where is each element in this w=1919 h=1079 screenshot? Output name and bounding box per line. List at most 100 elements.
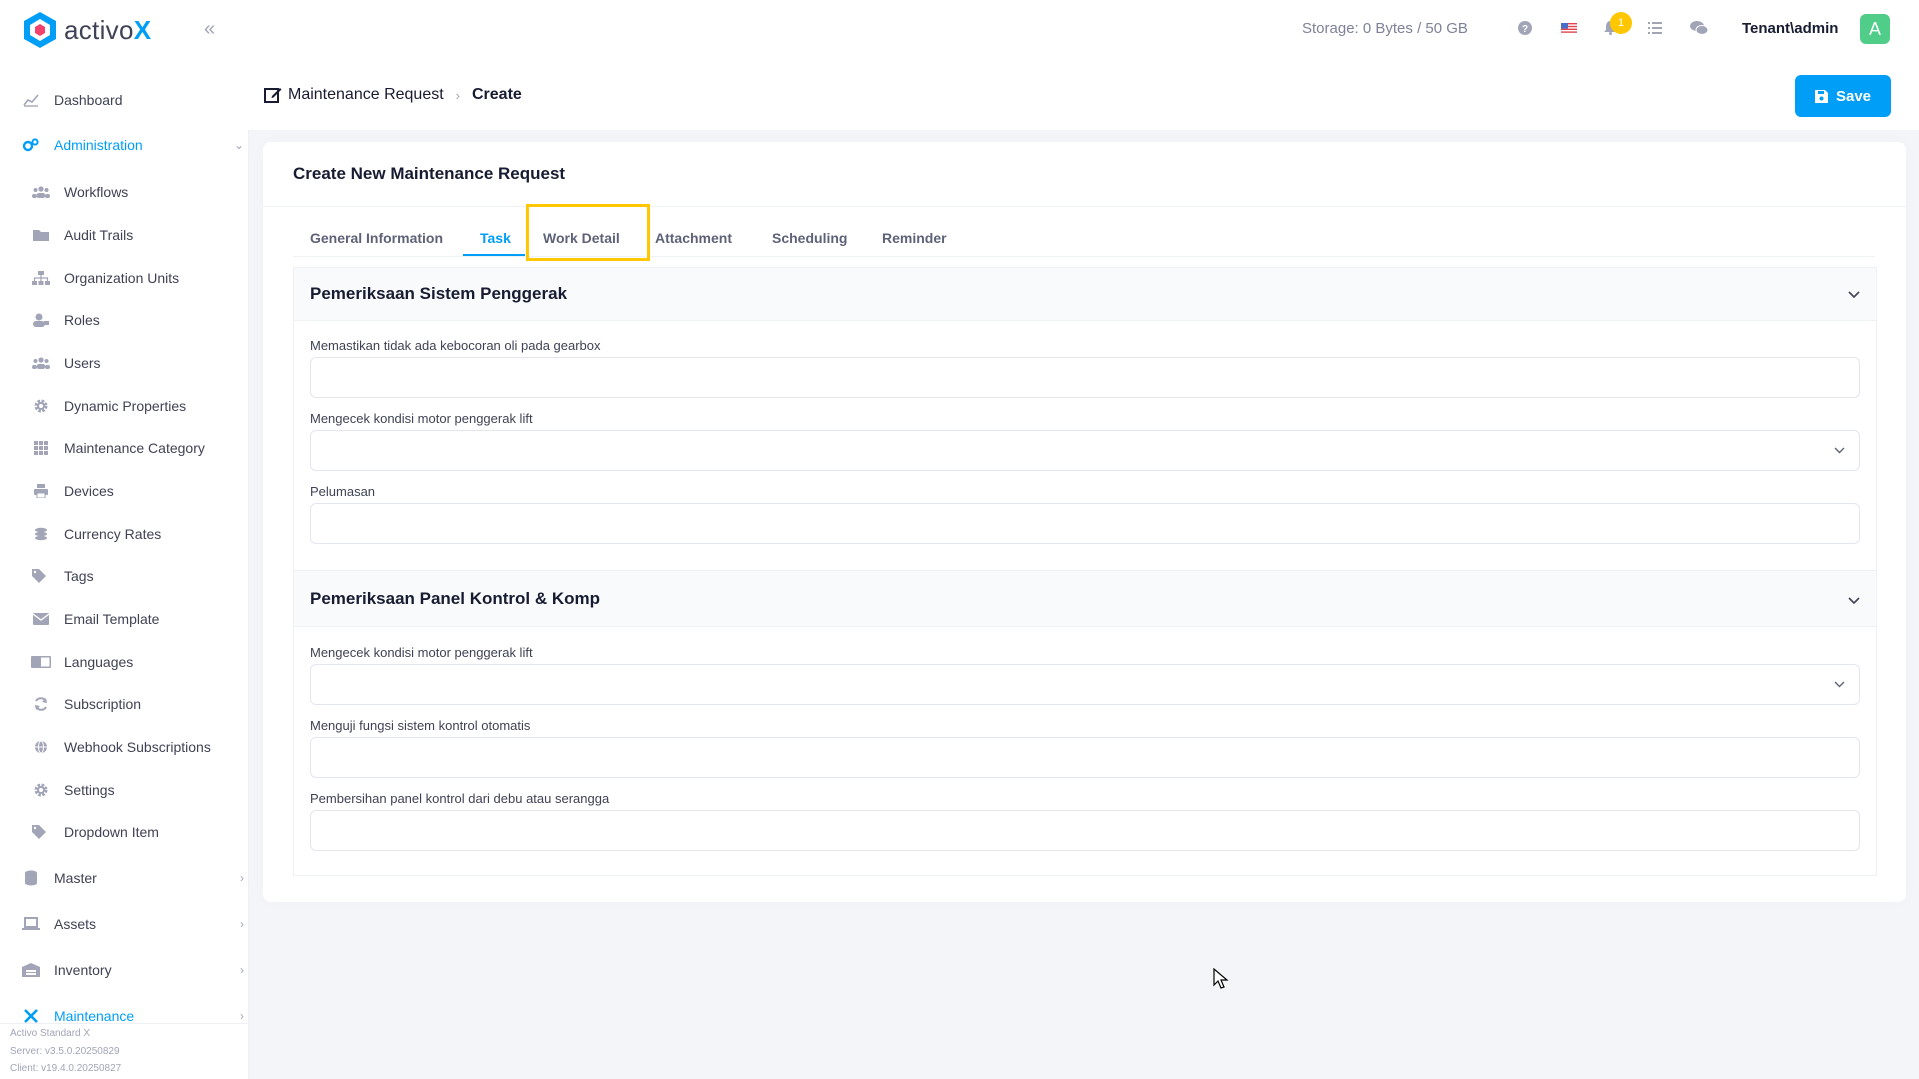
us-flag-icon[interactable] xyxy=(1561,21,1577,38)
edit-icon xyxy=(264,86,282,104)
select-field[interactable] xyxy=(310,430,1860,471)
chevron-down-icon xyxy=(1834,677,1845,691)
edition-label: Activo Standard X xyxy=(10,1028,91,1039)
chevron-right-icon: › xyxy=(240,917,244,931)
users-icon xyxy=(30,186,52,198)
page-toolbar: Maintenance Request › Create Save xyxy=(248,62,1919,130)
sidebar-item-devices[interactable]: Devices xyxy=(0,480,248,502)
brand-name: activoX xyxy=(64,14,152,45)
breadcrumb-parent[interactable]: Maintenance Request xyxy=(288,86,444,104)
user-name[interactable]: Tenant\admin xyxy=(1742,20,1838,37)
chevron-right-icon: › xyxy=(240,871,244,885)
tab-task[interactable]: Task xyxy=(480,230,511,246)
sidebar-item-administration[interactable]: Administration ⌄ xyxy=(0,134,248,156)
envelope-icon xyxy=(30,613,52,625)
tab-work-detail[interactable]: Work Detail xyxy=(543,230,620,246)
sidebar-item-maintenance-category[interactable]: Maintenance Category xyxy=(0,437,248,459)
sidebar-item-webhook-subscriptions[interactable]: Webhook Subscriptions xyxy=(0,736,248,758)
laptop-icon xyxy=(20,917,42,931)
save-button-label: Save xyxy=(1835,87,1872,105)
sidebar-item-audit-trails[interactable]: Audit Trails › xyxy=(0,224,248,246)
server-version: Server: v3.5.0.20250829 xyxy=(10,1046,120,1057)
sidebar-item-dashboard[interactable]: Dashboard xyxy=(0,89,248,111)
chevron-right-icon: › xyxy=(240,1009,244,1023)
chat-icon[interactable] xyxy=(1690,21,1709,39)
svg-text:?: ? xyxy=(1522,24,1528,35)
sidebar-item-settings[interactable]: Settings xyxy=(0,779,248,801)
sync-icon xyxy=(30,697,52,711)
sidebar-item-dropdown-item[interactable]: Dropdown Item xyxy=(0,821,248,843)
top-header: Storage: 0 Bytes / 50 GB ? 1 Tenant\admi… xyxy=(248,0,1919,63)
sidebar-item-inventory[interactable]: Inventory › xyxy=(0,959,248,981)
sidebar-item-users[interactable]: Users xyxy=(0,352,248,374)
sidebar-item-languages[interactable]: Languages xyxy=(0,651,248,673)
warehouse-icon xyxy=(20,963,42,977)
client-version: Client: v19.4.0.20250827 xyxy=(10,1063,122,1074)
coins-icon xyxy=(30,527,52,541)
help-icon[interactable]: ? xyxy=(1518,21,1532,39)
version-info: Activo Standard X Server: v3.5.0.2025082… xyxy=(0,1023,248,1079)
task-panel-panel-kontrol: Pemeriksaan Panel Kontrol & Komp Mengece… xyxy=(293,570,1877,876)
sidebar-item-subscription[interactable]: Subscription xyxy=(0,693,248,715)
folder-icon xyxy=(30,229,52,241)
sidebar-item-currency-rates[interactable]: Currency Rates xyxy=(0,523,248,545)
chevron-down-icon: ⌄ xyxy=(233,138,244,152)
cogs-icon xyxy=(20,137,42,153)
tab-general-information[interactable]: General Information xyxy=(310,230,443,246)
text-field[interactable] xyxy=(310,357,1860,398)
tab-scheduling[interactable]: Scheduling xyxy=(772,230,847,246)
activo-logo-icon xyxy=(24,12,56,48)
field-label: Mengecek kondisi motor penggerak lift xyxy=(310,645,533,660)
sidebar: activoX « Dashboard Administration ⌄ Wor… xyxy=(0,0,248,1079)
avatar[interactable]: A xyxy=(1860,14,1890,44)
sidebar-item-email-template[interactable]: Email Template xyxy=(0,608,248,630)
app-logo[interactable]: activoX xyxy=(22,10,151,50)
sidebar-item-workflows[interactable]: Workflows › xyxy=(0,181,248,203)
chart-line-icon xyxy=(20,93,42,107)
panel-header[interactable]: Pemeriksaan Sistem Penggerak xyxy=(294,268,1876,321)
sidebar-item-master[interactable]: Master › xyxy=(0,867,248,889)
panel-title: Pemeriksaan Sistem Penggerak xyxy=(310,284,568,303)
users-icon xyxy=(30,357,52,369)
sidebar-item-roles[interactable]: Roles xyxy=(0,309,248,331)
breadcrumb: Maintenance Request › Create xyxy=(264,86,522,104)
sidebar-item-tags[interactable]: Tags xyxy=(0,565,248,587)
chevron-right-icon: › xyxy=(240,963,244,977)
panel-title: Pemeriksaan Panel Kontrol & Komp xyxy=(310,589,601,608)
language-icon xyxy=(30,656,52,668)
tab-reminder[interactable]: Reminder xyxy=(882,230,947,246)
task-list-icon[interactable] xyxy=(1648,21,1662,38)
text-field[interactable] xyxy=(310,737,1860,778)
tab-attachment[interactable]: Attachment xyxy=(655,230,732,246)
chevron-down-icon xyxy=(1848,286,1860,302)
sidebar-item-dynamic-properties[interactable]: Dynamic Properties xyxy=(0,395,248,417)
panel-header[interactable]: Pemeriksaan Panel Kontrol & Komp xyxy=(294,571,1876,627)
tags-icon xyxy=(30,825,52,839)
field-label: Memastikan tidak ada kebocoran oli pada … xyxy=(310,338,601,353)
field-label: Pelumasan xyxy=(310,484,376,499)
user-tag-icon xyxy=(30,313,52,327)
task-panel-sistem-penggerak: Pemeriksaan Sistem Penggerak Memastikan … xyxy=(293,267,1877,571)
gear-icon xyxy=(30,399,52,413)
storage-usage: Storage: 0 Bytes / 50 GB xyxy=(1302,20,1468,37)
mouse-cursor-icon xyxy=(1213,968,1229,989)
sidebar-item-assets[interactable]: Assets › xyxy=(0,913,248,935)
active-tab-indicator xyxy=(463,254,525,256)
form-tabs: General Information Task Work Detail Att… xyxy=(293,224,1875,257)
grid-icon xyxy=(30,441,52,455)
sitemap-icon xyxy=(30,271,52,285)
gear-icon xyxy=(30,783,52,797)
printer-icon xyxy=(30,484,52,498)
collapse-sidebar-icon[interactable]: « xyxy=(204,18,215,41)
text-field[interactable] xyxy=(310,810,1860,851)
chevron-down-icon xyxy=(1834,443,1845,457)
save-button[interactable]: Save xyxy=(1795,75,1891,117)
chevron-right-icon: › xyxy=(455,87,460,103)
notification-badge: 1 xyxy=(1610,12,1632,34)
divider xyxy=(263,206,1906,207)
tags-icon xyxy=(30,569,52,583)
select-field[interactable] xyxy=(310,664,1860,705)
sidebar-item-organization-units[interactable]: Organization Units xyxy=(0,267,248,289)
floppy-disk-icon xyxy=(1814,89,1828,103)
text-field[interactable] xyxy=(310,503,1860,544)
